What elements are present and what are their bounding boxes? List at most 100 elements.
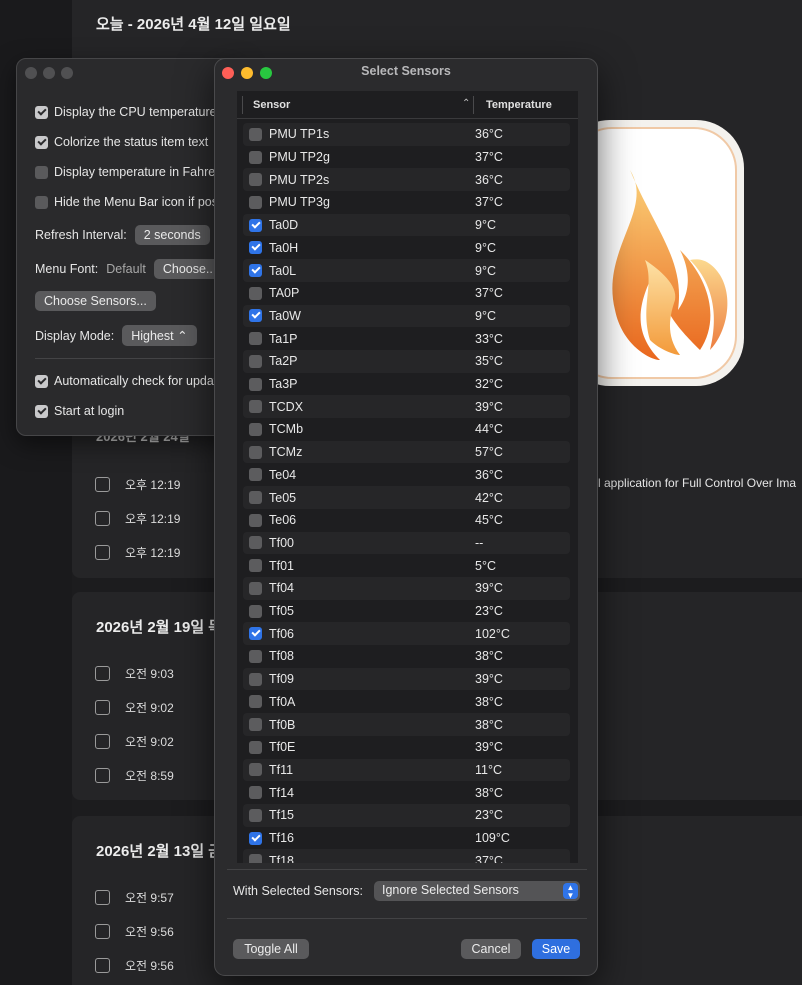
sensor-row[interactable]: TA0P 37°C bbox=[243, 282, 570, 305]
sensor-row[interactable]: Tf0E 39°C bbox=[243, 736, 570, 759]
checkbox[interactable] bbox=[35, 165, 48, 179]
sensor-row[interactable]: Tf15 23°C bbox=[243, 804, 570, 827]
colorize-option[interactable]: Colorize the status item text bbox=[35, 135, 208, 149]
sensor-row[interactable]: Ta0D 9°C bbox=[243, 213, 570, 237]
sensor-checkbox[interactable] bbox=[249, 422, 262, 436]
sensor-row[interactable]: Ta0H 9°C bbox=[243, 237, 570, 260]
refresh-interval-select[interactable]: 2 seconds bbox=[134, 225, 210, 245]
history-row[interactable]: 오전 9:57 bbox=[95, 888, 174, 906]
sensor-checkbox[interactable] bbox=[249, 854, 262, 863]
sensor-checkbox[interactable] bbox=[249, 218, 262, 232]
sensor-checkbox[interactable] bbox=[249, 763, 262, 777]
sensor-row[interactable]: PMU TP2g 37°C bbox=[243, 146, 570, 169]
sensor-row[interactable]: Ta3P 32°C bbox=[243, 373, 570, 396]
row-checkbox[interactable] bbox=[95, 767, 110, 783]
with-selected-popup[interactable]: Ignore Selected Sensors ▲ ▼ bbox=[374, 881, 580, 901]
history-row[interactable]: 오전 9:56 bbox=[95, 922, 174, 940]
history-row[interactable]: 오후 12:19 bbox=[95, 509, 180, 527]
fahrenheit-option[interactable]: Display temperature in Fahrenheit bbox=[35, 165, 240, 179]
row-checkbox[interactable] bbox=[95, 699, 110, 715]
sensor-checkbox[interactable] bbox=[249, 286, 262, 300]
row-checkbox[interactable] bbox=[95, 544, 110, 560]
sensor-row[interactable]: Tf0A 38°C bbox=[243, 691, 570, 714]
sensor-checkbox[interactable] bbox=[249, 831, 262, 845]
sensor-checkbox[interactable] bbox=[249, 264, 262, 278]
sensor-row[interactable]: PMU TP2s 36°C bbox=[243, 168, 570, 192]
history-row[interactable]: 오후 12:19 bbox=[95, 475, 180, 493]
sensor-checkbox[interactable] bbox=[249, 808, 262, 822]
checkbox[interactable] bbox=[35, 195, 48, 209]
sensor-row[interactable]: Tf16 109°C bbox=[243, 827, 570, 850]
sensor-row[interactable]: PMU TP1s 36°C bbox=[243, 123, 570, 146]
row-checkbox[interactable] bbox=[95, 665, 110, 681]
row-checkbox[interactable] bbox=[95, 476, 110, 492]
row-checkbox[interactable] bbox=[95, 957, 110, 973]
row-checkbox[interactable] bbox=[95, 510, 110, 526]
save-button[interactable]: Save bbox=[532, 939, 580, 959]
sensor-row[interactable]: Ta0L 9°C bbox=[243, 259, 570, 282]
checkbox[interactable] bbox=[35, 135, 48, 149]
sensor-checkbox[interactable] bbox=[249, 468, 262, 482]
history-row[interactable]: 오후 12:19 bbox=[95, 543, 180, 561]
sensor-row[interactable]: Tf09 39°C bbox=[243, 667, 570, 691]
history-row[interactable]: 오전 9:02 bbox=[95, 698, 174, 716]
history-row[interactable]: 오전 8:59 bbox=[95, 766, 174, 784]
sensor-row[interactable]: PMU TP3g 37°C bbox=[243, 191, 570, 214]
sensor-checkbox[interactable] bbox=[249, 241, 262, 255]
sensor-checkbox[interactable] bbox=[249, 695, 262, 709]
sensor-checkbox[interactable] bbox=[249, 649, 262, 663]
sensor-checkbox[interactable] bbox=[249, 786, 262, 800]
sensor-row[interactable]: Tf05 23°C bbox=[243, 600, 570, 623]
sensor-checkbox[interactable] bbox=[249, 150, 262, 164]
history-row[interactable]: 오전 9:56 bbox=[95, 956, 174, 974]
sensor-row[interactable]: Tf01 5°C bbox=[243, 554, 570, 577]
cpu-temp-option[interactable]: Display the CPU temperature bbox=[35, 105, 217, 119]
sensor-row[interactable]: Tf18 37°C bbox=[243, 849, 570, 863]
sensor-checkbox[interactable] bbox=[249, 400, 262, 414]
sensor-checkbox[interactable] bbox=[249, 354, 262, 368]
close-window-button[interactable] bbox=[25, 67, 37, 79]
display-mode-select[interactable]: Highest ⌃ bbox=[122, 325, 197, 346]
sensor-checkbox[interactable] bbox=[249, 127, 262, 141]
sensor-row[interactable]: Ta2P 35°C bbox=[243, 350, 570, 373]
column-header-sensor[interactable]: Sensor bbox=[253, 99, 290, 111]
hide-icon-option[interactable]: Hide the Menu Bar icon if possible bbox=[35, 195, 240, 209]
sensor-checkbox[interactable] bbox=[249, 672, 262, 686]
sensor-checkbox[interactable] bbox=[249, 173, 262, 187]
sensor-row[interactable]: TCMz 57°C bbox=[243, 440, 570, 464]
sensor-row[interactable]: Ta1P 33°C bbox=[243, 327, 570, 350]
column-header-temperature[interactable]: Temperature bbox=[486, 99, 552, 111]
toggle-all-button[interactable]: Toggle All bbox=[233, 939, 309, 959]
sensor-row[interactable]: Te05 42°C bbox=[243, 486, 570, 509]
zoom-window-button[interactable] bbox=[61, 67, 73, 79]
sensor-checkbox[interactable] bbox=[249, 627, 262, 641]
sensor-checkbox[interactable] bbox=[249, 559, 262, 573]
choose-sensors-button[interactable]: Choose Sensors... bbox=[35, 291, 156, 311]
sensor-checkbox[interactable] bbox=[249, 581, 262, 595]
sensor-row[interactable]: TCMb 44°C bbox=[243, 418, 570, 441]
row-checkbox[interactable] bbox=[95, 733, 110, 749]
sensor-checkbox[interactable] bbox=[249, 491, 262, 505]
sensor-checkbox[interactable] bbox=[249, 718, 262, 732]
history-row[interactable]: 오전 9:02 bbox=[95, 732, 174, 750]
sensor-checkbox[interactable] bbox=[249, 195, 262, 209]
sensor-checkbox[interactable] bbox=[249, 536, 262, 550]
sensor-checkbox[interactable] bbox=[249, 377, 262, 391]
sensor-row[interactable]: Tf11 11°C bbox=[243, 758, 570, 782]
sensor-row[interactable]: Te06 45°C bbox=[243, 509, 570, 532]
checkbox[interactable] bbox=[35, 374, 48, 388]
cancel-button[interactable]: Cancel bbox=[461, 939, 521, 959]
sensor-row[interactable]: Te04 36°C bbox=[243, 464, 570, 487]
start-login-option[interactable]: Start at login bbox=[35, 404, 124, 418]
sensor-checkbox[interactable] bbox=[249, 332, 262, 346]
sensor-checkbox[interactable] bbox=[249, 604, 262, 618]
auto-update-option[interactable]: Automatically check for updates bbox=[35, 374, 230, 388]
sensor-row[interactable]: Ta0W 9°C bbox=[243, 304, 570, 328]
sensor-checkbox[interactable] bbox=[249, 513, 262, 527]
row-checkbox[interactable] bbox=[95, 889, 110, 905]
sensors-table[interactable]: Sensor ⌃ Temperature PMU TP1s 36°C PMU TP2… bbox=[237, 91, 578, 863]
sensor-row[interactable]: Tf06 102°C bbox=[243, 622, 570, 646]
sensor-checkbox[interactable] bbox=[249, 740, 262, 754]
sensor-row[interactable]: Tf14 38°C bbox=[243, 781, 570, 804]
sensor-row[interactable]: TCDX 39°C bbox=[243, 395, 570, 419]
